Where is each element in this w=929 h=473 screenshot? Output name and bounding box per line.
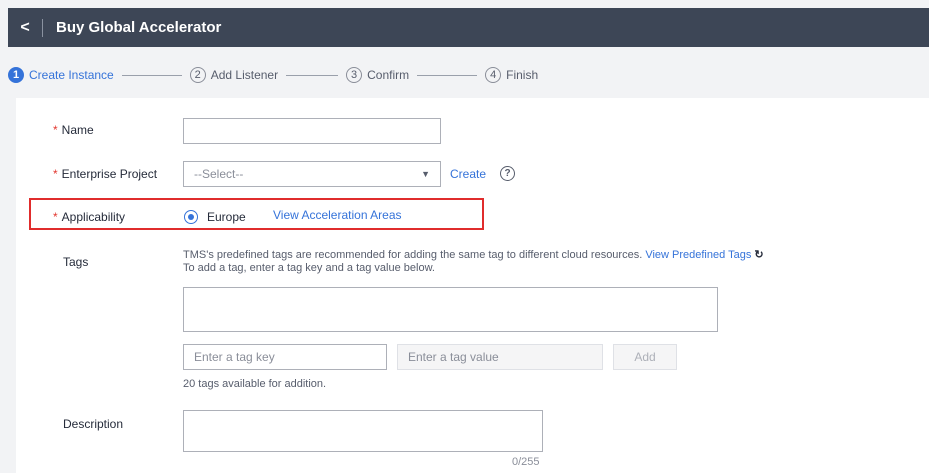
step-number: 2 — [189, 67, 206, 83]
name-label: * Name — [53, 123, 94, 137]
add-tag-button[interactable]: Add — [613, 344, 677, 370]
description-counter: 0/255 — [512, 456, 540, 468]
radio-dot — [188, 214, 194, 220]
required-mark: * — [53, 167, 58, 181]
help-icon[interactable]: ? — [500, 166, 515, 181]
tags-hint-text-2: To add a tag, enter a tag key and a tag … — [183, 262, 435, 274]
step-number: 4 — [485, 67, 502, 83]
enterprise-project-label-text: Enterprise Project — [61, 167, 158, 181]
required-mark: * — [53, 123, 58, 137]
step-label: Confirm — [367, 68, 410, 82]
name-input[interactable] — [183, 118, 441, 144]
step-label: Add Listener — [210, 68, 279, 82]
description-label: Description — [63, 417, 124, 431]
step-add-listener: 2 Add Listener — [189, 67, 279, 83]
enterprise-project-label: * Enterprise Project — [53, 167, 157, 181]
europe-radio[interactable] — [184, 210, 198, 224]
step-label: Finish — [506, 68, 539, 82]
form-panel: * Name * Enterprise Project --Select-- ▼ C… — [16, 98, 929, 473]
page-header: < Buy Global Accelerator — [8, 8, 929, 47]
select-placeholder: --Select-- — [194, 167, 244, 181]
tags-display-area[interactable] — [183, 287, 718, 332]
chevron-left-icon: < — [20, 18, 30, 36]
tags-label: Tags — [63, 255, 89, 269]
tag-value-input[interactable]: Enter a tag value — [397, 344, 603, 370]
refresh-icon[interactable]: ↻ — [754, 249, 763, 261]
enterprise-project-select[interactable]: --Select-- ▼ — [183, 161, 441, 187]
step-number: 1 — [8, 67, 24, 83]
required-mark: * — [53, 210, 58, 224]
europe-option-label[interactable]: Europe — [207, 210, 246, 224]
name-label-text: Name — [61, 123, 94, 137]
step-indicator: 1 Create Instance 2 Add Listener 3 Confi… — [8, 57, 929, 93]
page-title: Buy Global Accelerator — [56, 19, 222, 36]
create-project-link[interactable]: Create — [450, 167, 486, 181]
back-button[interactable]: < — [8, 8, 42, 47]
step-connector — [121, 74, 182, 76]
description-textarea[interactable] — [183, 410, 543, 452]
tags-available-text: 20 tags available for addition. — [183, 378, 327, 390]
step-number: 3 — [346, 67, 363, 83]
step-create-instance: 1 Create Instance — [8, 67, 114, 83]
header-divider — [42, 18, 43, 37]
caret-down-icon: ▼ — [421, 169, 430, 179]
step-connector — [417, 74, 478, 76]
view-acceleration-areas-link[interactable]: View Acceleration Areas — [273, 208, 402, 222]
tags-hint-text: TMS's predefined tags are recommended fo… — [183, 249, 643, 261]
step-confirm: 3 Confirm — [346, 67, 409, 83]
applicability-label-text: Applicability — [61, 210, 126, 224]
view-predefined-tags-link[interactable]: View Predefined Tags — [645, 249, 751, 261]
step-finish: 4 Finish — [485, 67, 538, 83]
step-connector — [286, 74, 339, 76]
step-label: Create Instance — [29, 68, 114, 82]
applicability-label: * Applicability — [53, 210, 125, 224]
tags-hint: TMS's predefined tags are recommended fo… — [183, 249, 903, 275]
tag-key-input[interactable]: Enter a tag key — [183, 344, 387, 370]
